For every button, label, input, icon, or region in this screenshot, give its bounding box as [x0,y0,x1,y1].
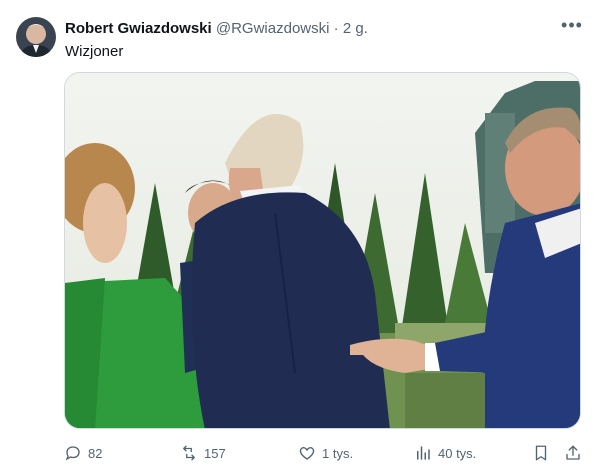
share-button[interactable] [564,440,582,466]
like-button[interactable]: 1 tys. [298,440,353,466]
bookmark-button[interactable] [532,440,550,466]
views-count: 40 tys. [438,445,477,461]
repost-button[interactable]: 157 [180,440,226,466]
post-text: Wizjoner [65,43,124,60]
bookmark-icon [535,445,547,461]
like-count: 1 tys. [322,445,354,461]
author-name[interactable]: Robert Gwiazdowski [65,20,212,37]
avatar[interactable] [16,17,56,57]
views-button[interactable]: 40 tys. [414,440,476,466]
views-icon [417,446,430,460]
reply-count: 82 [88,445,103,461]
reply-icon [65,446,80,461]
like-icon [299,447,315,460]
repost-count: 157 [204,445,226,461]
more-icon[interactable]: ••• [561,16,583,38]
author-handle[interactable]: @RGwiazdowski [216,20,330,37]
action-bar: 82 157 1 tys. 40 tys. [64,440,584,466]
separator-dot: · [333,20,339,37]
share-icon [566,445,580,460]
post-image[interactable] [64,72,581,429]
post-header: Robert Gwiazdowski @RGwiazdowski · 2 g. [65,20,368,38]
repost-icon [183,445,195,461]
post-time[interactable]: 2 g. [343,20,368,37]
reply-button[interactable]: 82 [64,440,102,466]
